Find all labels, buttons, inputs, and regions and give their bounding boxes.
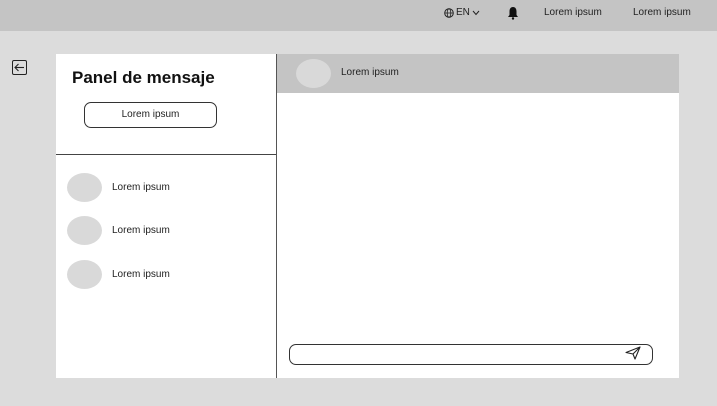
avatar: [67, 216, 102, 245]
back-button[interactable]: [12, 60, 27, 75]
bell-icon[interactable]: [507, 5, 519, 20]
contact-item[interactable]: Lorem ipsum: [67, 173, 170, 202]
contact-name: Lorem ipsum: [112, 269, 170, 280]
contact-name: Lorem ipsum: [112, 182, 170, 193]
nav-link-2[interactable]: Lorem ipsum: [633, 0, 691, 25]
avatar[interactable]: [296, 59, 331, 88]
avatar: [67, 260, 102, 289]
arrow-left-icon: [14, 59, 25, 77]
send-icon: [625, 345, 641, 365]
avatar: [67, 173, 102, 202]
contact-item[interactable]: Lorem ipsum: [67, 260, 170, 289]
chat-contact-name: Lorem ipsum: [341, 67, 399, 78]
message-input[interactable]: [289, 344, 653, 365]
nav-link-1[interactable]: Lorem ipsum: [544, 0, 602, 25]
language-label: EN: [456, 7, 470, 18]
panel-action-button[interactable]: Lorem ipsum: [84, 102, 217, 128]
send-button[interactable]: [623, 345, 643, 365]
top-navigation-bar: EN Lorem ipsum Lorem ipsum: [0, 0, 717, 31]
message-panel: Panel de mensaje Lorem ipsum Lorem ipsum…: [56, 54, 679, 378]
language-selector[interactable]: EN: [444, 0, 480, 25]
panel-title: Panel de mensaje: [72, 68, 215, 87]
contacts-column: Panel de mensaje Lorem ipsum Lorem ipsum…: [56, 54, 277, 378]
divider: [56, 154, 276, 155]
chevron-down-icon: [472, 10, 480, 16]
contact-name: Lorem ipsum: [112, 225, 170, 236]
chat-header: Lorem ipsum: [277, 54, 679, 93]
contact-item[interactable]: Lorem ipsum: [67, 216, 170, 245]
globe-icon: [444, 7, 454, 18]
